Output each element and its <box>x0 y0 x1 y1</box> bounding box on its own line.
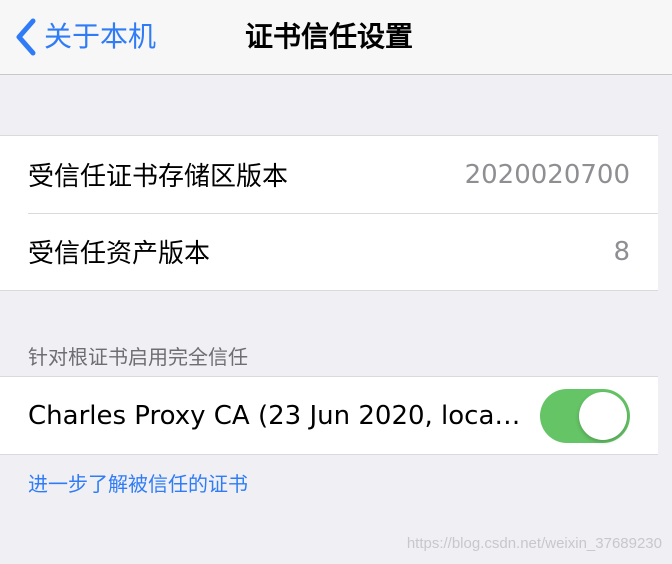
toggle-knob <box>579 391 627 440</box>
list-item-trust-store-version: 受信任证书存储区版本 2020020700 <box>0 136 658 213</box>
trust-store-version-label: 受信任证书存储区版本 <box>28 162 289 192</box>
certificate-label: Charles Proxy CA (23 Jun 2020, local... <box>28 400 522 431</box>
list-item-trust-asset-version: 受信任资产版本 8 <box>0 213 658 290</box>
navigation-bar: 关于本机 证书信任设置 <box>0 0 672 75</box>
trust-asset-version-value: 8 <box>613 236 630 267</box>
list-item-certificate: Charles Proxy CA (23 Jun 2020, local... <box>0 377 658 454</box>
trust-asset-version-label: 受信任资产版本 <box>28 239 211 269</box>
versions-group: 受信任证书存储区版本 2020020700 受信任资产版本 8 <box>0 135 658 291</box>
learn-more-link[interactable]: 进一步了解被信任的证书 <box>28 468 248 497</box>
watermark-text: https://blog.csdn.net/weixin_37689230 <box>406 535 662 552</box>
trust-store-version-value: 2020020700 <box>464 159 630 190</box>
page-title: 证书信任设置 <box>244 20 413 53</box>
section-header-full-trust: 针对根证书启用完全信任 <box>28 345 248 369</box>
certificate-trust-toggle[interactable] <box>540 388 630 443</box>
certificates-group: Charles Proxy CA (23 Jun 2020, local... <box>0 376 658 455</box>
